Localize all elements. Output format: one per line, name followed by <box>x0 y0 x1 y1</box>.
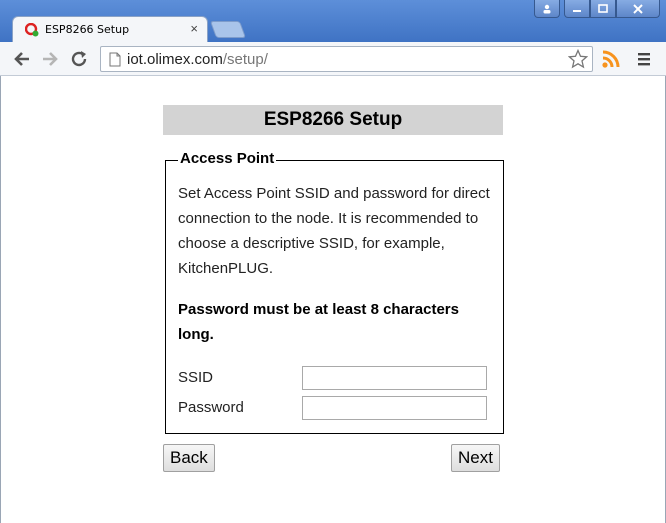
olimex-favicon-icon <box>25 23 39 37</box>
maximize-button[interactable] <box>590 0 616 18</box>
forward-arrow-icon[interactable] <box>40 50 60 68</box>
back-arrow-icon[interactable] <box>12 50 32 68</box>
reload-icon[interactable] <box>70 50 90 68</box>
description-text: Set Access Point SSID and password for d… <box>178 185 490 277</box>
close-icon <box>633 3 643 14</box>
close-window-button[interactable] <box>616 0 660 18</box>
back-button[interactable]: Back <box>163 444 215 472</box>
next-button[interactable]: Next <box>451 444 500 472</box>
page-icon <box>109 52 121 67</box>
user-icon <box>543 4 551 13</box>
rss-feed-icon[interactable] <box>601 49 621 69</box>
maximize-icon <box>598 4 608 13</box>
url-text: iot.olimex.com/setup/ <box>127 51 268 68</box>
ssid-input[interactable] <box>302 366 487 390</box>
browser-toolbar: iot.olimex.com/setup/ <box>0 42 666 76</box>
minimize-icon <box>573 9 581 12</box>
fieldset-legend: Access Point <box>178 150 277 167</box>
ssid-label: SSID <box>178 369 214 386</box>
browser-tab[interactable]: ESP8266 Setup × <box>12 16 208 42</box>
bookmark-star-icon[interactable] <box>568 49 588 69</box>
url-path: /setup/ <box>222 51 268 68</box>
window-controls <box>534 0 660 18</box>
new-tab-button[interactable] <box>209 21 247 38</box>
browser-titlebar: ESP8266 Setup × <box>0 0 666 42</box>
address-bar[interactable]: iot.olimex.com/setup/ <box>100 46 593 72</box>
chrome-menu-icon[interactable] <box>636 50 652 68</box>
password-warning: Password must be at least 8 characters l… <box>178 301 459 343</box>
url-host: iot.olimex.com <box>127 51 223 68</box>
page-title: ESP8266 Setup <box>163 105 503 135</box>
password-label: Password <box>178 399 244 416</box>
minimize-button[interactable] <box>564 0 590 18</box>
password-input[interactable] <box>302 396 487 420</box>
tab-close-icon[interactable]: × <box>190 21 198 37</box>
user-profile-button[interactable] <box>534 0 560 18</box>
tab-title: ESP8266 Setup <box>45 23 130 36</box>
